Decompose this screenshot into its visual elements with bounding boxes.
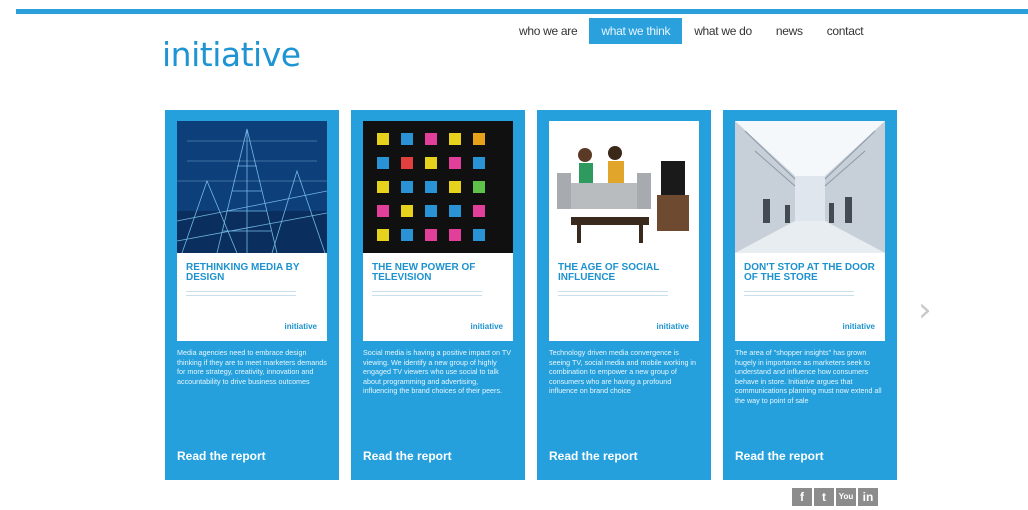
report-card-social-influence[interactable]: THE AGE OF SOCIAL INFLUENCE initiative T… [537,110,711,480]
chevron-right-icon[interactable]: › [918,293,932,327]
report-cover[interactable]: THE AGE OF SOCIAL INFLUENCE initiative [549,121,699,341]
cover-brand-logo: initiative [656,322,689,331]
report-description: Social media is having a positive impact… [363,348,512,396]
read-report-link[interactable]: Read the report [177,449,266,463]
report-description: The area of "shopper insights" has grown… [735,348,882,405]
cover-subtitle-rule [558,291,668,296]
report-cover[interactable]: THE NEW POWER OF TELEVISION initiative [363,121,513,341]
cover-brand-logo: initiative [842,322,875,331]
report-cover-title: THE AGE OF SOCIAL INFLUENCE [558,262,660,283]
read-report-link[interactable]: Read the report [735,449,824,463]
social-icons-grid-image [363,121,513,253]
facebook-icon[interactable]: f [792,488,812,506]
twitter-icon[interactable]: t [814,488,834,506]
report-description: Media agencies need to embrace design th… [177,348,327,386]
report-cover-title: RETHINKING MEDIA BY DESIGN [186,262,300,283]
report-description: Technology driven media convergence is s… [549,348,697,396]
report-cover-title: DON'T STOP AT THE DOOR OF THE STORE [744,262,875,283]
linkedin-icon[interactable]: in [858,488,878,506]
nav-what-we-think[interactable]: what we think [589,18,683,44]
report-card-power-of-television[interactable]: THE NEW POWER OF TELEVISION initiative S… [351,110,525,480]
cover-subtitle-rule [744,291,854,296]
nav-who-we-are[interactable]: who we are [507,18,589,44]
report-cover[interactable]: RETHINKING MEDIA BY DESIGN initiative [177,121,327,341]
cover-subtitle-rule [186,291,296,296]
top-accent-bar [16,9,1028,14]
report-card-rethinking-media[interactable]: RETHINKING MEDIA BY DESIGN initiative Me… [165,110,339,480]
read-report-link[interactable]: Read the report [363,449,452,463]
youtube-icon[interactable]: You [836,488,856,506]
cover-brand-logo: initiative [470,322,503,331]
cover-subtitle-rule [372,291,482,296]
couple-on-sofa-image [549,121,699,253]
social-links: f t You in [792,488,878,506]
initiative-logo[interactable]: initiative [162,38,301,71]
nav-what-we-do[interactable]: what we do [682,18,764,44]
blueprint-skyscraper-image [177,121,327,253]
nav-news[interactable]: news [764,18,815,44]
report-cover[interactable]: DON'T STOP AT THE DOOR OF THE STORE init… [735,121,885,341]
report-cover-title: THE NEW POWER OF TELEVISION [372,262,476,283]
nav-contact[interactable]: contact [815,18,876,44]
report-card-door-of-the-store[interactable]: DON'T STOP AT THE DOOR OF THE STORE init… [723,110,897,480]
shopping-mall-image [735,121,885,253]
main-nav: who we are what we think what we do news… [507,18,875,44]
read-report-link[interactable]: Read the report [549,449,638,463]
cover-brand-logo: initiative [284,322,317,331]
